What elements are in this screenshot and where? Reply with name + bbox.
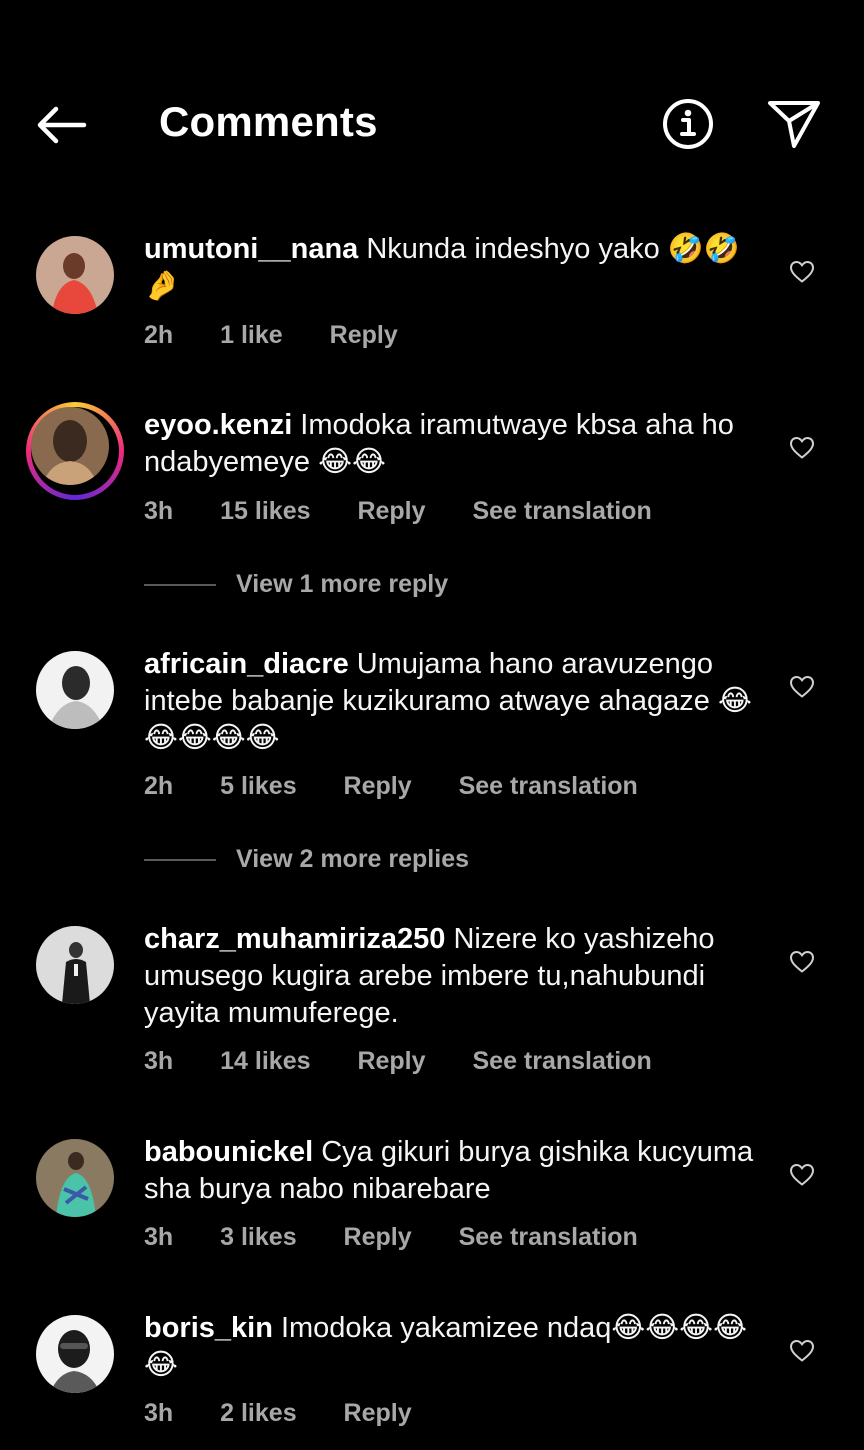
heart-icon [789,1163,815,1186]
heart-icon [789,436,815,459]
info-button[interactable] [660,96,716,152]
reply-button[interactable]: Reply [330,321,398,349]
reply-button[interactable]: Reply [344,1223,412,1251]
header-bar: Comments [0,0,864,200]
avatar[interactable] [36,651,114,729]
comment-username[interactable]: umutoni__nana [144,233,358,265]
view-more-replies-label: View 2 more replies [236,845,469,873]
like-button[interactable] [789,950,815,974]
see-translation-link[interactable]: See translation [473,497,652,525]
comment-meta: 3h 15 likes Reply See translation [144,497,692,526]
avatar-with-story-ring[interactable] [26,402,124,500]
like-button[interactable] [789,436,815,460]
heart-icon [789,675,815,698]
avatar[interactable] [36,1139,114,1217]
comment-username[interactable]: charz_muhamiriza250 [144,923,445,955]
info-circle-icon [663,99,713,149]
arrow-left-icon [37,106,87,144]
likes-count[interactable]: 5 likes [220,772,296,800]
profile-photo [36,651,114,729]
likes-count[interactable]: 15 likes [220,497,310,525]
comment-time: 3h [144,1399,174,1427]
reply-button[interactable]: Reply [344,1399,412,1427]
view-more-replies[interactable]: View 1 more reply [144,570,644,600]
share-button[interactable] [765,96,823,152]
comment-time: 3h [144,1223,174,1251]
heart-icon [789,260,815,283]
likes-count[interactable]: 14 likes [220,1047,310,1075]
avatar[interactable] [36,236,114,314]
profile-photo [36,1315,114,1393]
comment-time: 2h [144,772,174,800]
like-button[interactable] [789,675,815,699]
reply-button[interactable]: Reply [357,1047,425,1075]
comment-username[interactable]: boris_kin [144,1312,273,1344]
profile-photo [36,926,114,1004]
view-more-replies-label: View 1 more reply [236,570,449,598]
comment-meta: 3h 3 likes Reply See translation [144,1223,678,1252]
page-title: Comments [159,98,378,145]
see-translation-link[interactable]: See translation [459,1223,638,1251]
comment-time: 3h [144,1047,174,1075]
avatar[interactable] [36,926,114,1004]
view-more-replies[interactable]: View 2 more replies [144,845,644,875]
profile-photo [36,236,114,314]
like-button[interactable] [789,260,815,284]
see-translation-link[interactable]: See translation [473,1047,652,1075]
see-translation-link[interactable]: See translation [459,772,638,800]
comment-username[interactable]: eyoo.kenzi [144,409,292,441]
heart-icon [789,950,815,973]
comment-username[interactable]: babounickel [144,1136,313,1168]
profile-photo [36,1139,114,1217]
comment-time: 2h [144,321,174,349]
comment-meta: 3h 2 likes Reply [144,1399,452,1428]
like-button[interactable] [789,1339,815,1363]
reply-button[interactable]: Reply [357,497,425,525]
comment-username[interactable]: africain_diacre [144,648,349,680]
profile-photo [31,407,109,485]
paper-plane-icon [768,101,820,148]
comment-meta: 2h 5 likes Reply See translation [144,772,678,801]
reply-button[interactable]: Reply [344,772,412,800]
comment-time: 3h [144,497,174,525]
back-button[interactable] [30,100,92,150]
likes-count[interactable]: 2 likes [220,1399,296,1427]
comment-meta: 2h 1 like Reply [144,321,438,350]
likes-count[interactable]: 3 likes [220,1223,296,1251]
divider [144,859,216,861]
likes-count[interactable]: 1 like [220,321,283,349]
divider [144,584,216,586]
comment-meta: 3h 14 likes Reply See translation [144,1047,692,1076]
heart-icon [789,1339,815,1362]
avatar[interactable] [36,1315,114,1393]
like-button[interactable] [789,1163,815,1187]
